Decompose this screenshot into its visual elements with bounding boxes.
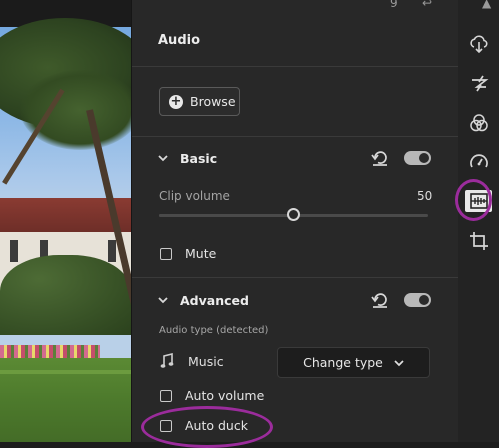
tool-rail: ▲	[455, 0, 499, 442]
clip-volume-thumb[interactable]	[287, 208, 300, 221]
video-preview	[0, 0, 131, 442]
auto-duck-checkbox[interactable]	[160, 419, 172, 432]
mute-option[interactable]: Mute	[160, 246, 216, 261]
change-type-label: Change type	[303, 355, 383, 370]
crop-icon[interactable]	[469, 231, 489, 251]
lightning-icon[interactable]	[469, 73, 489, 93]
advanced-section-label: Advanced	[180, 292, 249, 308]
top-partial-icon: ↩	[422, 0, 433, 10]
browse-button[interactable]: + Browse	[159, 87, 240, 116]
building-window	[10, 240, 18, 262]
divider	[132, 136, 458, 137]
audio-track-icon[interactable]	[469, 191, 489, 211]
reset-icon[interactable]	[371, 292, 389, 308]
panel-top-strip: 9 ↩	[132, 0, 458, 16]
clip-volume-value: 50	[417, 189, 433, 203]
audio-panel: 9 ↩ Audio + Browse Basic Clip volume 50 …	[131, 0, 459, 448]
clip-volume-label: Clip volume	[159, 189, 230, 203]
mute-checkbox[interactable]	[160, 247, 172, 260]
reset-icon[interactable]	[371, 150, 389, 166]
audio-type-row: Music	[160, 353, 224, 369]
advanced-toggle[interactable]	[404, 293, 431, 307]
top-partial-icon: 9	[390, 0, 398, 10]
toggle-knob	[419, 153, 429, 163]
change-type-dropdown[interactable]: Change type	[277, 347, 430, 378]
auto-duck-option[interactable]: Auto duck	[160, 418, 248, 433]
auto-volume-label: Auto volume	[185, 388, 265, 403]
chevron-down-icon	[394, 359, 404, 366]
audio-type-caption: Audio type (detected)	[159, 325, 269, 336]
speed-gauge-icon[interactable]	[469, 152, 489, 172]
divider	[132, 277, 458, 278]
auto-duck-label: Auto duck	[185, 418, 248, 433]
plus-icon: +	[169, 93, 183, 109]
lawn-path	[0, 370, 131, 374]
basic-section-label: Basic	[180, 150, 218, 166]
browse-button-label: Browse	[190, 94, 236, 109]
divider	[132, 66, 458, 67]
panel-title: Audio	[158, 33, 201, 48]
music-note-icon	[160, 353, 174, 368]
auto-volume-checkbox[interactable]	[160, 389, 172, 402]
tree-canopy	[20, 70, 131, 150]
flower-bed	[0, 345, 100, 359]
hedge	[0, 255, 131, 335]
audio-type-value: Music	[188, 353, 224, 369]
chevron-down-icon	[158, 297, 168, 304]
basic-section-header[interactable]: Basic	[156, 148, 217, 168]
clip-volume-fill	[159, 214, 294, 217]
color-circles-icon[interactable]	[469, 113, 489, 133]
building-window	[108, 240, 116, 262]
chevron-down-icon	[158, 155, 168, 162]
top-partial-icon: ▲	[482, 0, 492, 10]
cloud-download-icon[interactable]	[469, 34, 489, 54]
toggle-knob	[419, 295, 429, 305]
auto-volume-option[interactable]: Auto volume	[160, 388, 264, 403]
basic-toggle[interactable]	[404, 151, 431, 165]
mute-label: Mute	[185, 246, 217, 261]
advanced-section-header[interactable]: Advanced	[156, 290, 249, 310]
